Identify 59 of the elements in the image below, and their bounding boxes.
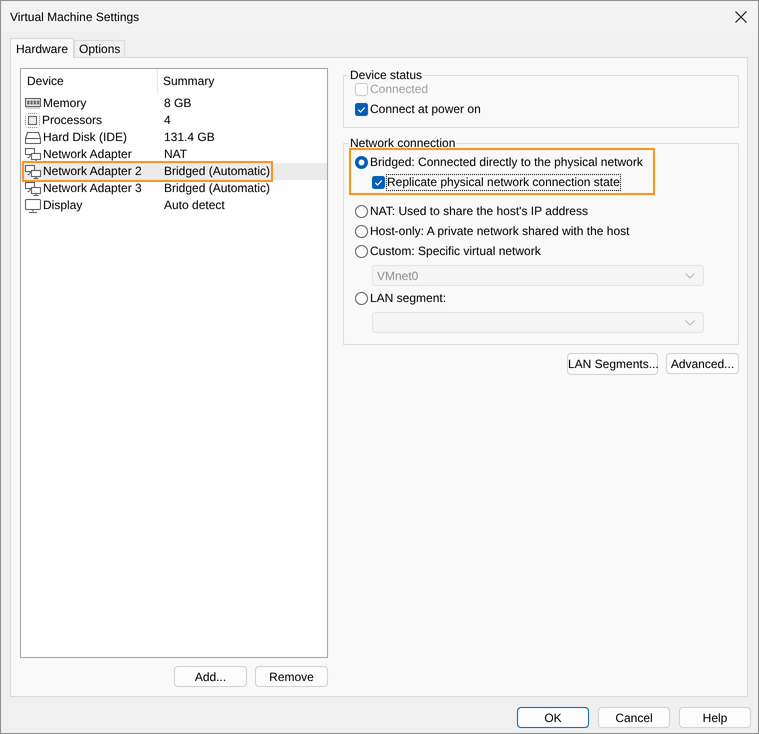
device-name: Network Adapter [43, 147, 132, 162]
advanced-button[interactable]: Advanced... [666, 353, 739, 374]
radio-label[interactable]: NAT: Used to share the host's IP address [370, 204, 588, 218]
close-icon [735, 10, 747, 22]
group-title: Device status [349, 68, 424, 82]
device-name: Processors [42, 113, 102, 128]
radio-button[interactable] [355, 244, 368, 258]
device-row[interactable]: Network Adapter 2 Bridged (Automatic) [21, 163, 327, 180]
device-name: Network Adapter 3 [43, 181, 142, 196]
device-row[interactable]: Network Adapter 3 Bridged (Automatic) [21, 180, 327, 197]
checkbox-label[interactable]: Connect at power on [370, 102, 481, 116]
device-summary: Auto detect [164, 198, 225, 213]
ok-button[interactable]: OK [517, 707, 589, 728]
device-name: Display [43, 198, 82, 213]
monitors-icon [25, 182, 41, 196]
monitors-icon [25, 164, 41, 178]
tab[interactable]: Hardware [10, 38, 74, 58]
checkbox[interactable] [372, 176, 385, 188]
device-summary: Bridged (Automatic) [164, 181, 270, 196]
device-summary: 4 [164, 113, 171, 128]
radio-label[interactable]: Bridged: Connected directly to the physical network [370, 154, 643, 170]
device-name: Hard Disk (IDE) [43, 130, 128, 145]
monitors-icon [25, 148, 41, 162]
device-row[interactable]: Network Adapter NAT [21, 146, 327, 163]
column-header[interactable]: Summary [158, 69, 214, 94]
radio-button[interactable] [355, 292, 368, 304]
device-summary: 131.4 GB [164, 130, 215, 145]
add-button[interactable]: Add... [174, 666, 247, 687]
checkbox-label[interactable]: Replicate physical network connection state [387, 174, 620, 190]
radio-button[interactable] [355, 224, 368, 238]
device-name: Memory [43, 96, 86, 111]
device-row[interactable]: Memory 8 GB [21, 95, 327, 112]
radio-button[interactable] [355, 156, 368, 168]
monitor-icon [25, 198, 41, 212]
device-summary: 8 GB [164, 96, 192, 111]
hard-drive-icon [25, 132, 41, 144]
radio-label[interactable]: Host-only: A private network shared with the host [370, 224, 630, 238]
device-row[interactable]: Hard Disk (IDE) 131.4 GB [21, 129, 327, 146]
checkbox[interactable] [355, 102, 368, 116]
cancel-button[interactable]: Cancel [598, 707, 670, 728]
device-summary: NAT [164, 147, 188, 162]
chevron-down-icon [685, 320, 695, 326]
device-summary: Bridged (Automatic) [164, 164, 270, 179]
radio-label[interactable]: Custom: Specific virtual network [370, 244, 541, 258]
window-title: Virtual Machine Settings [10, 10, 140, 24]
chevron-down-icon [685, 272, 695, 278]
device-row[interactable]: Display Auto detect [21, 197, 327, 214]
lan-segments-button[interactable]: LAN Segments... [567, 353, 658, 375]
radio-label[interactable]: LAN segment: [370, 290, 446, 306]
tab[interactable]: Options [74, 40, 126, 57]
column-header[interactable]: Device [21, 69, 158, 94]
device-name: Network Adapter 2 [43, 164, 142, 179]
help-button[interactable]: Help [679, 707, 751, 728]
chip-icon [25, 113, 40, 128]
group-title: Network connection [349, 136, 456, 150]
memory-icon [25, 98, 41, 109]
radio-button[interactable] [355, 204, 368, 218]
remove-button[interactable]: Remove [255, 666, 328, 687]
device-row[interactable]: Processors 4 [21, 112, 327, 129]
